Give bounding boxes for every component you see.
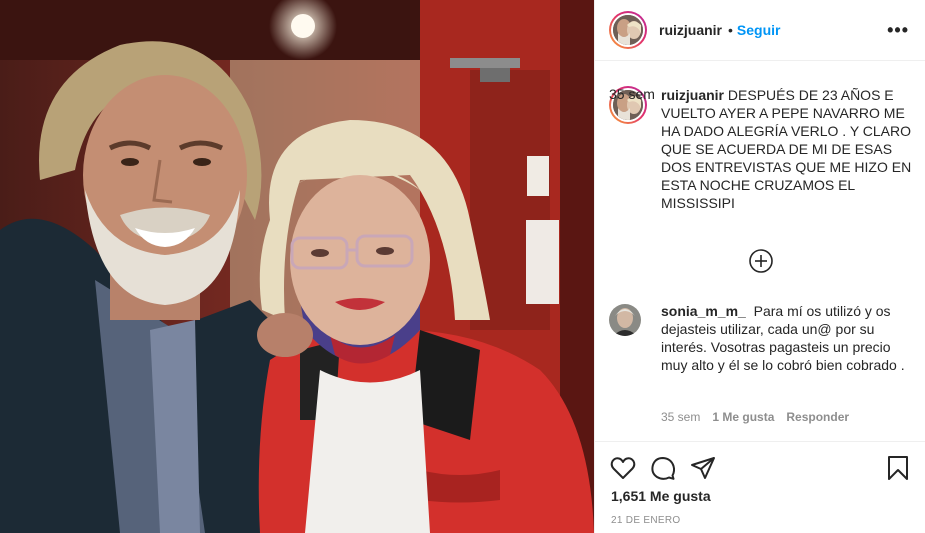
comments-section[interactable]: ruizjuanir DESPUÉS DE 23 AÑOS E VUELTO A… xyxy=(595,62,925,440)
post-header: ruizjuanir • Seguir ••• xyxy=(595,0,925,61)
author-username[interactable]: ruizjuanir xyxy=(659,22,722,38)
avatar-image-icon xyxy=(609,304,641,336)
plus-circle-icon xyxy=(749,249,773,273)
post-photo[interactable] xyxy=(0,0,594,533)
avatar-image-icon xyxy=(613,15,643,45)
save-button[interactable] xyxy=(884,454,912,482)
comment-meta: 35 sem 1 Me gusta Responder xyxy=(661,410,849,424)
post-caption: ruizjuanir DESPUÉS DE 23 AÑOS E VUELTO A… xyxy=(609,86,914,212)
comment-timestamp[interactable]: 35 sem xyxy=(661,410,700,424)
caption-text: DESPUÉS DE 23 AÑOS E VUELTO AYER A PEPE … xyxy=(661,87,912,211)
caption-timestamp[interactable]: 35 sem xyxy=(609,86,914,102)
follow-button[interactable]: Seguir xyxy=(737,22,781,38)
caption-body: ruizjuanir DESPUÉS DE 23 AÑOS E VUELTO A… xyxy=(661,86,914,212)
comment-reply-button[interactable]: Responder xyxy=(786,410,849,424)
separator-dot: • xyxy=(728,22,733,38)
author-avatar[interactable] xyxy=(609,11,647,49)
comment-likes[interactable]: 1 Me gusta xyxy=(712,410,774,424)
action-icons xyxy=(609,454,912,482)
post-likes-count[interactable]: 1,651 Me gusta xyxy=(611,488,711,504)
comment-item: sonia_m_m_ Para mí os utilizó y os dejas… xyxy=(609,302,914,424)
share-icon xyxy=(691,457,715,479)
selfie-photo xyxy=(0,0,594,533)
comment-body: sonia_m_m_ Para mí os utilizó y os dejas… xyxy=(661,302,911,374)
comment-button[interactable] xyxy=(649,454,677,482)
bookmark-icon xyxy=(888,456,908,480)
like-button[interactable] xyxy=(609,454,637,482)
post-details-panel: ruizjuanir • Seguir ••• ruizjuanir DESPU… xyxy=(594,0,925,533)
commenter-username[interactable]: sonia_m_m_ xyxy=(661,303,746,319)
post-actions-bar: 1,651 Me gusta 21 DE ENERO xyxy=(595,441,925,533)
commenter-avatar[interactable] xyxy=(609,304,641,336)
share-button[interactable] xyxy=(689,454,717,482)
load-more-comments-button[interactable] xyxy=(748,248,774,274)
heart-icon xyxy=(610,457,636,479)
comment-icon xyxy=(651,457,676,480)
more-options-icon[interactable]: ••• xyxy=(887,20,909,41)
post-date[interactable]: 21 DE ENERO xyxy=(611,515,680,526)
